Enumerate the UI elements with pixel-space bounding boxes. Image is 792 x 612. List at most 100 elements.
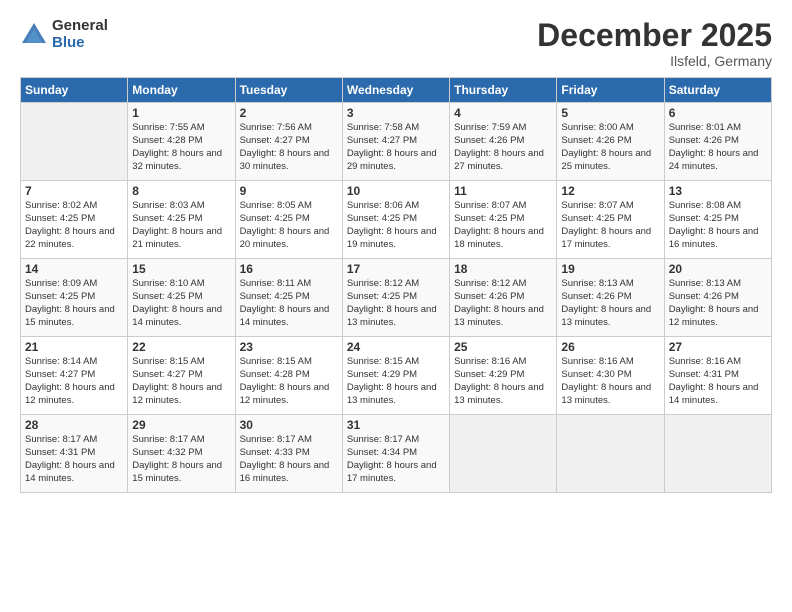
day-number: 13 bbox=[669, 184, 767, 198]
weekday-header-saturday: Saturday bbox=[664, 78, 771, 103]
month-title: December 2025 bbox=[537, 18, 772, 53]
day-info: Sunrise: 7:56 AMSunset: 4:27 PMDaylight:… bbox=[240, 122, 330, 171]
day-info: Sunrise: 7:59 AMSunset: 4:26 PMDaylight:… bbox=[454, 122, 544, 171]
day-number: 14 bbox=[25, 262, 123, 276]
day-info: Sunrise: 8:16 AMSunset: 4:30 PMDaylight:… bbox=[561, 356, 651, 405]
day-cell: 2Sunrise: 7:56 AMSunset: 4:27 PMDaylight… bbox=[235, 103, 342, 181]
day-cell: 22Sunrise: 8:15 AMSunset: 4:27 PMDayligh… bbox=[128, 337, 235, 415]
day-info: Sunrise: 7:58 AMSunset: 4:27 PMDaylight:… bbox=[347, 122, 437, 171]
day-cell: 12 Sunrise: 8:07 AMSunset: 4:25 PMDayligh… bbox=[557, 181, 664, 259]
day-info: Sunrise: 8:14 AMSunset: 4:27 PMDaylight:… bbox=[25, 356, 115, 405]
weekday-header-friday: Friday bbox=[557, 78, 664, 103]
day-number: 15 bbox=[132, 262, 230, 276]
day-cell bbox=[664, 415, 771, 493]
weekday-header-thursday: Thursday bbox=[450, 78, 557, 103]
day-cell: 26 Sunrise: 8:16 AMSunset: 4:30 PMDayligh… bbox=[557, 337, 664, 415]
day-info: Sunrise: 8:17 AMSunset: 4:34 PMDaylight:… bbox=[347, 434, 437, 483]
day-info: Sunrise: 8:09 AMSunset: 4:25 PMDaylight:… bbox=[25, 278, 115, 327]
day-cell: 8 Sunrise: 8:03 AMSunset: 4:25 PMDaylight… bbox=[128, 181, 235, 259]
day-cell: 7Sunrise: 8:02 AMSunset: 4:25 PMDaylight… bbox=[21, 181, 128, 259]
logo-blue-text: Blue bbox=[52, 35, 108, 52]
day-cell: 5 Sunrise: 8:00 AMSunset: 4:26 PMDaylight… bbox=[557, 103, 664, 181]
week-row-3: 14 Sunrise: 8:09 AMSunset: 4:25 PMDayligh… bbox=[21, 259, 772, 337]
day-cell: 4 Sunrise: 7:59 AMSunset: 4:26 PMDaylight… bbox=[450, 103, 557, 181]
day-info: Sunrise: 8:15 AMSunset: 4:27 PMDaylight:… bbox=[132, 356, 222, 405]
day-cell: 21 Sunrise: 8:14 AMSunset: 4:27 PMDayligh… bbox=[21, 337, 128, 415]
day-cell: 9Sunrise: 8:05 AMSunset: 4:25 PMDaylight… bbox=[235, 181, 342, 259]
day-info: Sunrise: 8:12 AMSunset: 4:25 PMDaylight:… bbox=[347, 278, 437, 327]
day-cell: 3 Sunrise: 7:58 AMSunset: 4:27 PMDaylight… bbox=[342, 103, 449, 181]
day-cell: 30Sunrise: 8:17 AMSunset: 4:33 PMDayligh… bbox=[235, 415, 342, 493]
day-info: Sunrise: 8:15 AMSunset: 4:29 PMDaylight:… bbox=[347, 356, 437, 405]
day-info: Sunrise: 8:07 AMSunset: 4:25 PMDaylight:… bbox=[561, 200, 651, 249]
day-cell: 27Sunrise: 8:16 AMSunset: 4:31 PMDayligh… bbox=[664, 337, 771, 415]
day-info: Sunrise: 8:03 AMSunset: 4:25 PMDaylight:… bbox=[132, 200, 222, 249]
weekday-header-sunday: Sunday bbox=[21, 78, 128, 103]
logo: General Blue bbox=[20, 18, 108, 51]
day-number: 16 bbox=[240, 262, 338, 276]
header: General Blue December 2025 Ilsfeld, Germ… bbox=[20, 18, 772, 69]
day-cell: 6Sunrise: 8:01 AMSunset: 4:26 PMDaylight… bbox=[664, 103, 771, 181]
day-cell: 1 Sunrise: 7:55 AMSunset: 4:28 PMDaylight… bbox=[128, 103, 235, 181]
logo-icon bbox=[20, 21, 48, 49]
day-number: 1 bbox=[132, 106, 230, 120]
day-cell bbox=[21, 103, 128, 181]
day-cell: 14 Sunrise: 8:09 AMSunset: 4:25 PMDayligh… bbox=[21, 259, 128, 337]
day-info: Sunrise: 8:13 AMSunset: 4:26 PMDaylight:… bbox=[669, 278, 759, 327]
day-cell: 19Sunrise: 8:13 AMSunset: 4:26 PMDayligh… bbox=[557, 259, 664, 337]
day-number: 29 bbox=[132, 418, 230, 432]
week-row-5: 28 Sunrise: 8:17 AMSunset: 4:31 PMDayligh… bbox=[21, 415, 772, 493]
weekday-header-monday: Monday bbox=[128, 78, 235, 103]
day-number: 17 bbox=[347, 262, 445, 276]
calendar: SundayMondayTuesdayWednesdayThursdayFrid… bbox=[20, 77, 772, 493]
week-row-4: 21 Sunrise: 8:14 AMSunset: 4:27 PMDayligh… bbox=[21, 337, 772, 415]
day-number: 4 bbox=[454, 106, 552, 120]
week-row-2: 7Sunrise: 8:02 AMSunset: 4:25 PMDaylight… bbox=[21, 181, 772, 259]
day-cell: 15 Sunrise: 8:10 AMSunset: 4:25 PMDayligh… bbox=[128, 259, 235, 337]
day-info: Sunrise: 8:11 AMSunset: 4:25 PMDaylight:… bbox=[240, 278, 330, 327]
day-cell: 23Sunrise: 8:15 AMSunset: 4:28 PMDayligh… bbox=[235, 337, 342, 415]
day-info: Sunrise: 8:17 AMSunset: 4:32 PMDaylight:… bbox=[132, 434, 222, 483]
day-cell: 11Sunrise: 8:07 AMSunset: 4:25 PMDayligh… bbox=[450, 181, 557, 259]
day-info: Sunrise: 8:00 AMSunset: 4:26 PMDaylight:… bbox=[561, 122, 651, 171]
day-cell: 17 Sunrise: 8:12 AMSunset: 4:25 PMDayligh… bbox=[342, 259, 449, 337]
title-block: December 2025 Ilsfeld, Germany bbox=[537, 18, 772, 69]
day-info: Sunrise: 8:16 AMSunset: 4:31 PMDaylight:… bbox=[669, 356, 759, 405]
day-number: 3 bbox=[347, 106, 445, 120]
day-number: 9 bbox=[240, 184, 338, 198]
day-info: Sunrise: 7:55 AMSunset: 4:28 PMDaylight:… bbox=[132, 122, 222, 171]
day-info: Sunrise: 8:01 AMSunset: 4:26 PMDaylight:… bbox=[669, 122, 759, 171]
day-cell: 18Sunrise: 8:12 AMSunset: 4:26 PMDayligh… bbox=[450, 259, 557, 337]
day-cell: 13 Sunrise: 8:08 AMSunset: 4:25 PMDayligh… bbox=[664, 181, 771, 259]
day-number: 12 bbox=[561, 184, 659, 198]
logo-text: General Blue bbox=[52, 18, 108, 51]
logo-general-text: General bbox=[52, 18, 108, 35]
day-number: 18 bbox=[454, 262, 552, 276]
day-number: 26 bbox=[561, 340, 659, 354]
week-row-1: 1 Sunrise: 7:55 AMSunset: 4:28 PMDaylight… bbox=[21, 103, 772, 181]
day-info: Sunrise: 8:07 AMSunset: 4:25 PMDaylight:… bbox=[454, 200, 544, 249]
day-info: Sunrise: 8:16 AMSunset: 4:29 PMDaylight:… bbox=[454, 356, 544, 405]
day-cell: 29 Sunrise: 8:17 AMSunset: 4:32 PMDayligh… bbox=[128, 415, 235, 493]
day-info: Sunrise: 8:08 AMSunset: 4:25 PMDaylight:… bbox=[669, 200, 759, 249]
day-info: Sunrise: 8:17 AMSunset: 4:31 PMDaylight:… bbox=[25, 434, 115, 483]
day-number: 8 bbox=[132, 184, 230, 198]
day-info: Sunrise: 8:10 AMSunset: 4:25 PMDaylight:… bbox=[132, 278, 222, 327]
page: General Blue December 2025 Ilsfeld, Germ… bbox=[0, 0, 792, 612]
day-number: 10 bbox=[347, 184, 445, 198]
day-cell: 28 Sunrise: 8:17 AMSunset: 4:31 PMDayligh… bbox=[21, 415, 128, 493]
day-number: 7 bbox=[25, 184, 123, 198]
day-cell: 24Sunrise: 8:15 AMSunset: 4:29 PMDayligh… bbox=[342, 337, 449, 415]
day-number: 28 bbox=[25, 418, 123, 432]
location: Ilsfeld, Germany bbox=[537, 53, 772, 69]
day-number: 5 bbox=[561, 106, 659, 120]
weekday-header-row: SundayMondayTuesdayWednesdayThursdayFrid… bbox=[21, 78, 772, 103]
weekday-header-tuesday: Tuesday bbox=[235, 78, 342, 103]
day-number: 25 bbox=[454, 340, 552, 354]
day-cell bbox=[450, 415, 557, 493]
day-number: 21 bbox=[25, 340, 123, 354]
weekday-header-wednesday: Wednesday bbox=[342, 78, 449, 103]
day-number: 31 bbox=[347, 418, 445, 432]
day-cell: 20Sunrise: 8:13 AMSunset: 4:26 PMDayligh… bbox=[664, 259, 771, 337]
day-info: Sunrise: 8:06 AMSunset: 4:25 PMDaylight:… bbox=[347, 200, 437, 249]
